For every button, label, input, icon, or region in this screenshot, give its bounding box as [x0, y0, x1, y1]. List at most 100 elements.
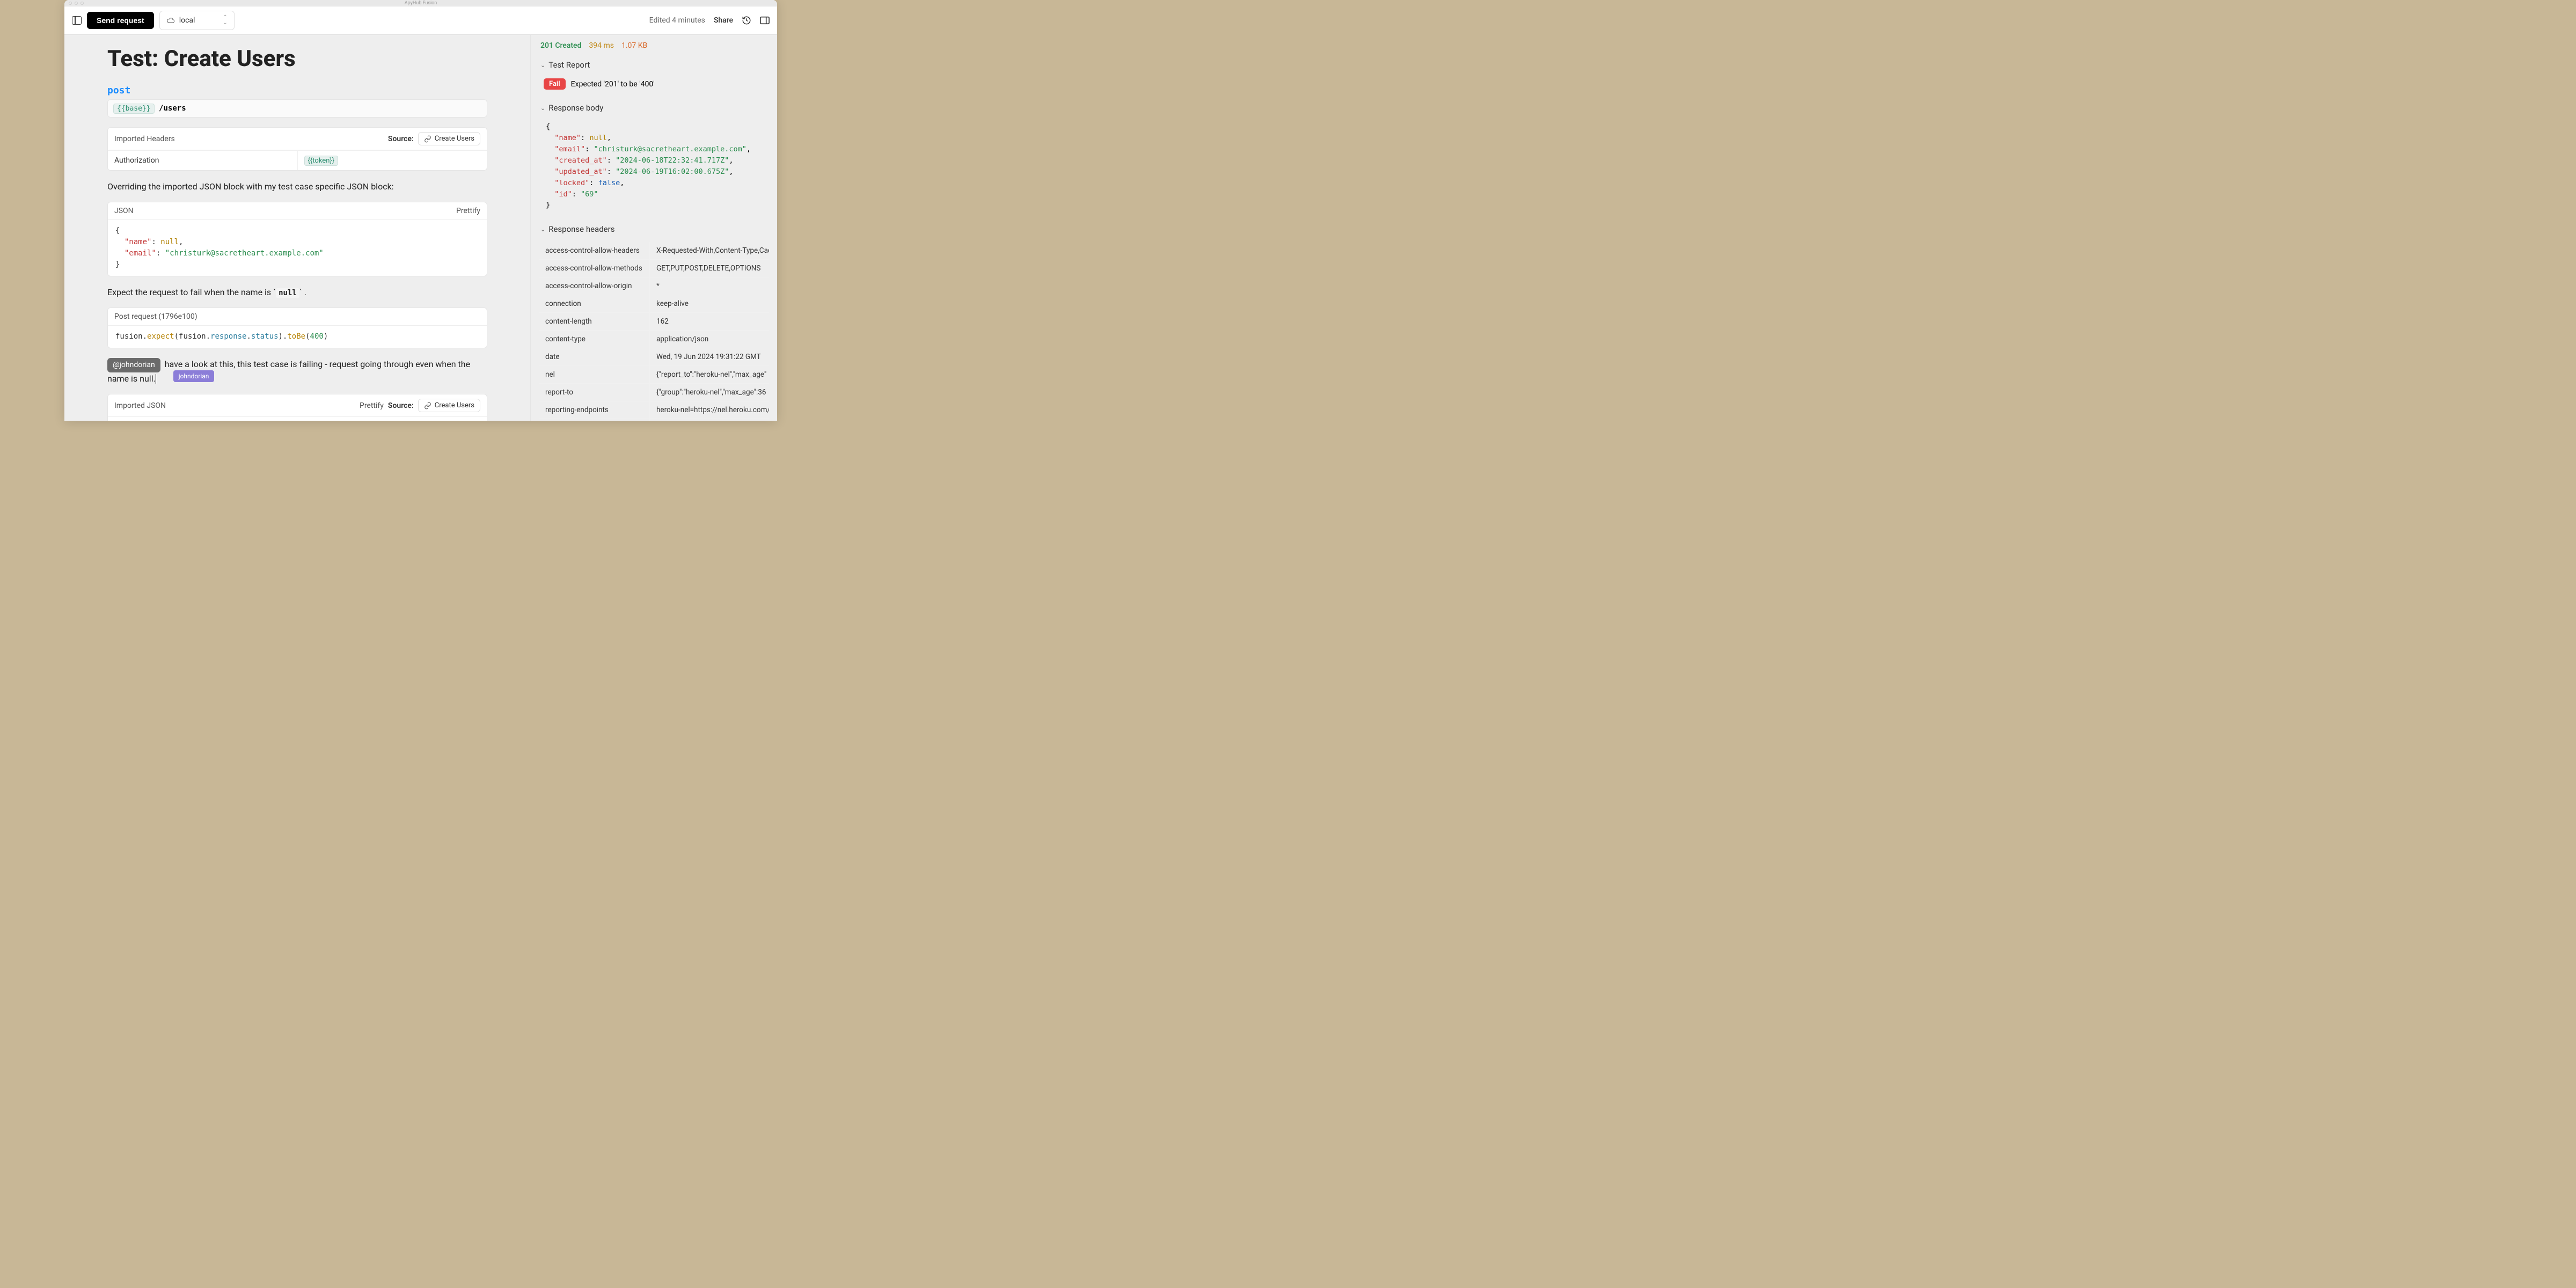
response-headers-toggle[interactable]: ⌄ Response headers [538, 219, 770, 238]
header-row: connectionkeep-alive [539, 295, 769, 312]
source-chip-label: Create Users [435, 401, 474, 409]
source-label: Source: [388, 135, 414, 143]
header-value: {"group":"heroku-nel","max_age":36 [649, 384, 769, 401]
inline-code: null [276, 288, 299, 298]
edited-label: Edited 4 minutes [649, 16, 705, 25]
header-key: connection [539, 295, 649, 312]
header-key: content-type [539, 331, 649, 348]
response-pane: 201 Created 394 ms 1.07 KB ⌄ Test Report… [530, 35, 777, 421]
source-label: Source: [388, 401, 414, 410]
fail-badge: Fail [544, 78, 566, 90]
response-status-row: 201 Created 394 ms 1.07 KB [538, 41, 770, 50]
header-row: reporting-endpointsheroku-nel=https://ne… [539, 401, 769, 419]
body-paragraph[interactable]: Overriding the imported JSON block with … [107, 180, 487, 193]
status-size: 1.07 KB [621, 41, 647, 50]
traffic-lights [69, 2, 84, 5]
json-editor[interactable]: { "name" : "John Dorian", "email" : "joh… [108, 417, 487, 421]
source-chip[interactable]: Create Users [418, 132, 480, 145]
script-title: Post request (1796e100) [114, 312, 197, 321]
header-row: serverCowboy [539, 419, 769, 421]
link-icon [424, 402, 431, 409]
header-key: date [539, 348, 649, 365]
imported-json-title: Imported JSON [114, 401, 166, 410]
prettify-button[interactable]: Prettify [360, 401, 384, 410]
header-key: access-control-allow-methods [539, 260, 649, 277]
send-request-button[interactable]: Send request [87, 12, 154, 29]
test-report-toggle[interactable]: ⌄ Test Report [538, 55, 770, 74]
minimize-window-icon[interactable] [75, 2, 78, 5]
url-input[interactable]: {{base}} /users [107, 99, 487, 118]
header-key: Authorization [108, 151, 297, 170]
json-block-panel: JSON Prettify { "name": null, "email": "… [107, 202, 487, 276]
editor-pane: Test: Create Users post {{base}} /users … [64, 35, 530, 421]
test-result-row: Fail Expected '201' to be '400' [538, 74, 770, 94]
environment-select[interactable]: local ⌃⌄ [159, 11, 235, 30]
titlebar: ApyHub Fusion [64, 0, 777, 6]
header-value: {{token}} [297, 151, 487, 170]
header-row: access-control-allow-methodsGET,PUT,POST… [539, 259, 769, 277]
url-path: /users [155, 104, 186, 113]
user-mention[interactable]: @johndorian [107, 358, 160, 372]
json-title: JSON [114, 207, 134, 215]
header-key: server [539, 419, 649, 421]
window-title: ApyHub Fusion [405, 1, 437, 6]
chevron-down-icon: ⌄ [540, 226, 545, 233]
source-chip[interactable]: Create Users [418, 399, 480, 412]
script-editor[interactable]: fusion.expect(fusion.response.status).to… [108, 326, 487, 348]
header-row[interactable]: Authorization {{token}} [108, 150, 487, 170]
header-key: nel [539, 366, 649, 383]
header-key: report-to [539, 384, 649, 401]
header-key: access-control-allow-headers [539, 242, 649, 259]
body-paragraph[interactable]: @johndorian johndorian have a look at th… [107, 358, 487, 385]
header-value: * [649, 277, 769, 295]
cloud-icon [166, 17, 175, 24]
header-row: dateWed, 19 Jun 2024 19:31:22 GMT [539, 348, 769, 365]
imported-headers-title: Imported Headers [114, 135, 175, 143]
test-message: Expected '201' to be '400' [571, 80, 655, 89]
json-editor[interactable]: { "name": null, "email": "christurk@sacr… [108, 220, 487, 276]
status-code: 201 Created [540, 41, 581, 50]
script-panel: Post request (1796e100) fusion.expect(fu… [107, 308, 487, 348]
status-time: 394 ms [589, 41, 614, 50]
chevron-down-icon: ⌄ [540, 105, 545, 112]
header-value: 162 [649, 313, 769, 330]
response-body[interactable]: { "name": null, "email": "christurk@sacr… [538, 117, 770, 215]
header-key: access-control-allow-origin [539, 277, 649, 295]
environment-name: local [179, 16, 195, 25]
header-row: content-typeapplication/json [539, 330, 769, 348]
header-value: Wed, 19 Jun 2024 19:31:22 GMT [649, 348, 769, 365]
header-value: application/json [649, 331, 769, 348]
prettify-button[interactable]: Prettify [456, 207, 480, 215]
mention-tooltip: johndorian [173, 370, 215, 382]
sidebar-toggle-icon[interactable] [72, 16, 82, 25]
share-button[interactable]: Share [714, 16, 733, 25]
close-window-icon[interactable] [69, 2, 72, 5]
header-key: reporting-endpoints [539, 401, 649, 419]
imported-json-panel: Imported JSON Prettify Source: Create Us… [107, 394, 487, 421]
header-row: access-control-allow-origin* [539, 277, 769, 295]
header-row: access-control-allow-headersX-Requested-… [539, 242, 769, 259]
header-row: report-to{"group":"heroku-nel","max_age"… [539, 383, 769, 401]
response-body-toggle[interactable]: ⌄ Response body [538, 98, 770, 117]
http-method[interactable]: post [107, 85, 487, 96]
header-row: content-length162 [539, 312, 769, 330]
history-icon[interactable] [742, 16, 751, 25]
response-headers-table: access-control-allow-headersX-Requested-… [538, 241, 770, 421]
imported-headers-panel: Imported Headers Source: Create Users Au… [107, 127, 487, 171]
main-toolbar: Send request local ⌃⌄ Edited 4 minutes S… [64, 6, 777, 35]
url-variable: {{base}} [113, 104, 155, 114]
app-window: ApyHub Fusion Send request local ⌃⌄ Edit… [64, 0, 777, 421]
header-value: keep-alive [649, 295, 769, 312]
link-icon [424, 135, 431, 143]
header-value: Cowboy [649, 419, 769, 421]
maximize-window-icon[interactable] [80, 2, 84, 5]
header-value: X-Requested-With,Content-Type,Cac [649, 242, 769, 259]
header-row: nel{"report_to":"heroku-nel","max_age" [539, 365, 769, 383]
panel-toggle-icon[interactable] [760, 16, 770, 25]
header-value: {"report_to":"heroku-nel","max_age" [649, 366, 769, 383]
header-value: heroku-nel=https://nel.heroku.com/ [649, 401, 769, 419]
body-paragraph[interactable]: Expect the request to fail when the name… [107, 286, 487, 299]
chevron-down-icon: ⌄ [540, 62, 545, 69]
chevron-updown-icon: ⌃⌄ [223, 15, 227, 26]
source-chip-label: Create Users [435, 135, 474, 143]
